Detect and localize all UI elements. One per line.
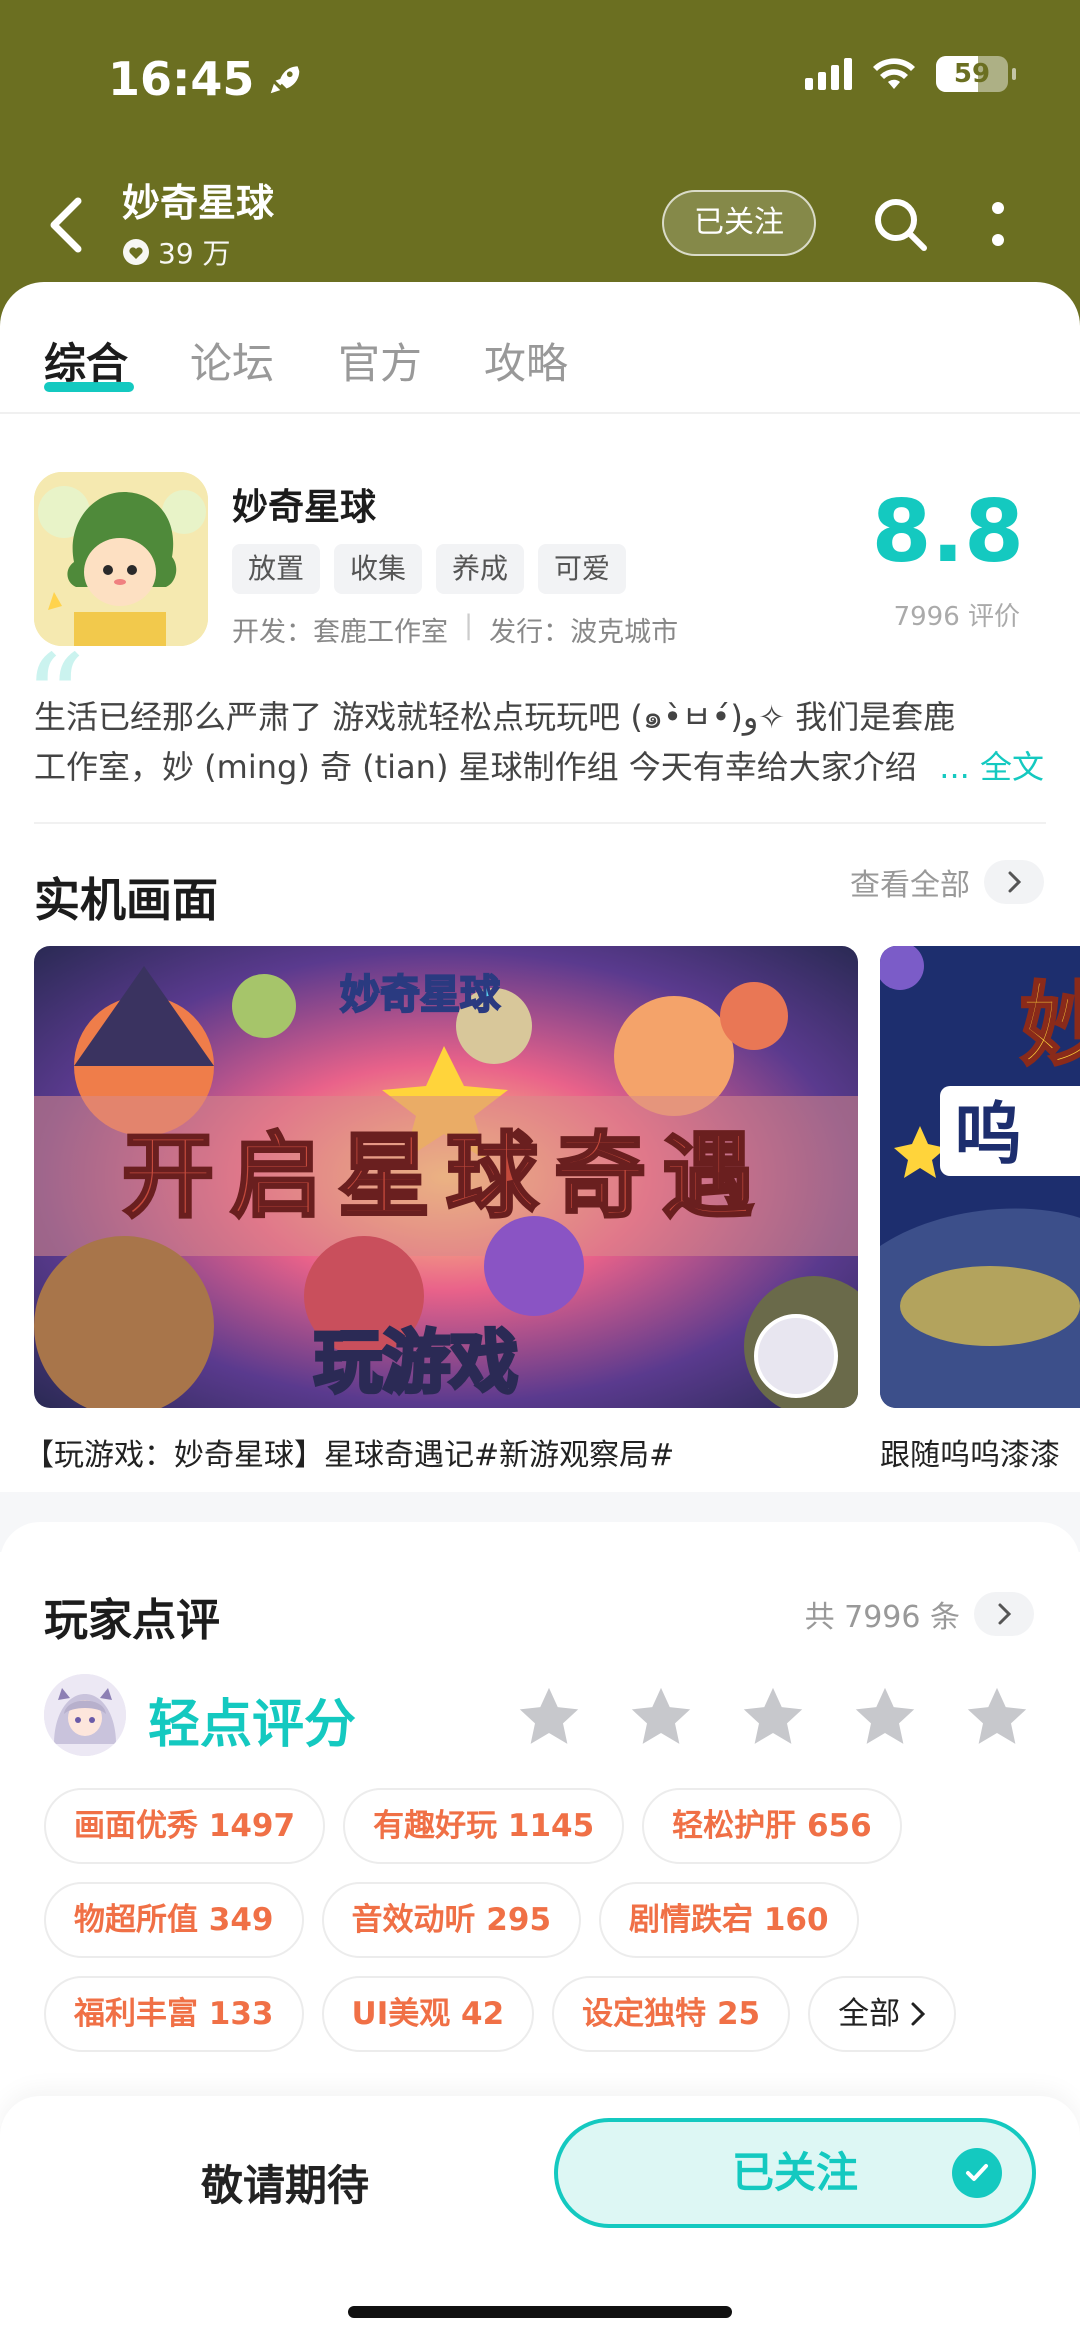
all-tags-button[interactable]: 全部 [808, 1976, 957, 2052]
view-all-button[interactable]: 查看全部 [850, 860, 1044, 904]
tag[interactable]: 放置 [232, 544, 321, 594]
review-chip[interactable]: 音效动听 295 [321, 1882, 582, 1958]
search-button[interactable] [868, 192, 932, 256]
review-count-button[interactable]: 共 7996 条 [805, 1592, 1034, 1636]
view-all-label: 查看全部 [850, 868, 970, 903]
game-icon[interactable] [34, 472, 208, 646]
all-tags-label: 全部 [838, 1996, 901, 2032]
screenshot2-peek-text-2: 呜 [954, 1096, 1022, 1175]
developer-line: 开发：套鹿工作室 | 发行：波克城市 [232, 610, 679, 649]
screenshot-caption-2[interactable]: 跟随呜呜漆漆 [880, 1430, 1060, 1474]
header: 16:45 59 妙奇星球 39 万 已关注 [0, 0, 1080, 290]
screenshot-caption-1[interactable]: 【玩游戏：妙奇星球】星球奇遇记#新游观察局# [24, 1430, 674, 1474]
coming-soon-button[interactable]: 敬请期待 [120, 2136, 450, 2236]
tag[interactable]: 养成 [436, 544, 525, 594]
review-count-label: 共 7996 条 [804, 1600, 960, 1635]
tag[interactable]: 收集 [334, 544, 423, 594]
status-icons: 59 [805, 56, 1016, 92]
back-icon [50, 197, 82, 253]
rocket-icon [271, 66, 300, 94]
rating-stars[interactable] [514, 1682, 1032, 1752]
tap-to-rate-label: 轻点评分 [148, 1695, 357, 1755]
tab-bar: 综合 论坛 官方 攻略 [0, 282, 1080, 414]
time-text: 16:45 [108, 52, 255, 106]
developer-info[interactable]: 开发：套鹿工作室 [232, 610, 448, 649]
more-icon[interactable] [980, 194, 1016, 254]
chevron-right-icon [911, 2002, 926, 2026]
content-card: 综合 论坛 官方 攻略 妙奇星球 放置 收集 养成 可爱 开发：套鹿工作室 | … [0, 282, 1080, 2341]
tag[interactable]: 可爱 [538, 544, 627, 594]
review-chip[interactable]: 画面优秀 1497 [44, 1788, 326, 1864]
publisher-info[interactable]: 发行：波克城市 [489, 610, 678, 649]
chevron-right-icon [998, 1603, 1012, 1625]
follower-count-text: 39 万 [158, 237, 231, 270]
signal-icon [805, 58, 852, 90]
star-icon[interactable] [738, 1682, 808, 1752]
home-indicator[interactable] [348, 2306, 732, 2318]
star-icon[interactable] [962, 1682, 1032, 1752]
divider [34, 822, 1046, 824]
wifi-icon [873, 58, 915, 89]
tab-guide[interactable]: 攻略 [484, 330, 568, 391]
review-chip[interactable]: 剧情跌宕 160 [599, 1882, 859, 1958]
intro-line-2: 工作室，妙 (ming) 奇 (tian) 星球制作组 今天有幸给大家介绍 [34, 748, 917, 786]
score: 8.8 [871, 482, 1024, 582]
review-chip-row: 画面优秀 1497 有趣好玩 1145 轻松护肝 656 [44, 1788, 902, 1864]
review-chip[interactable]: 设定独特 25 [552, 1976, 791, 2052]
review-chip[interactable]: UI美观 42 [321, 1976, 535, 2052]
screenshot-banner-text: 开启星球奇遇 [122, 1123, 770, 1230]
screenshot-video-1[interactable]: 妙奇星球 开启星球奇遇 玩游戏 [34, 946, 858, 1408]
review-chip[interactable]: 有趣好玩 1145 [343, 1788, 625, 1864]
star-icon[interactable] [626, 1682, 696, 1752]
read-more-link[interactable]: ... 全文 [933, 742, 1044, 792]
avatar [44, 1674, 126, 1756]
back-button[interactable] [36, 190, 96, 260]
star-icon[interactable] [514, 1682, 584, 1752]
review-chip[interactable]: 物超所值 349 [44, 1882, 304, 1958]
tab-official[interactable]: 官方 [338, 330, 422, 391]
followed-button[interactable]: 已关注 [662, 190, 816, 256]
search-icon [875, 199, 927, 251]
reviews-title: 玩家点评 [44, 1595, 220, 1646]
review-chip-row: 物超所值 349 音效动听 295 剧情跌宕 160 [44, 1882, 859, 1958]
battery-icon: 59 [936, 56, 1008, 92]
tab-overview[interactable]: 综合 [44, 330, 128, 391]
screenshot2-peek-text: 妙 [1020, 973, 1080, 1078]
tab-forum[interactable]: 论坛 [190, 330, 274, 391]
heart-icon [123, 239, 149, 265]
follower-count: 39 万 [122, 232, 231, 272]
star-icon[interactable] [850, 1682, 920, 1752]
status-bar-time: 16:45 [108, 52, 304, 106]
chevron-right-icon [1008, 871, 1022, 893]
check-icon [952, 2148, 1002, 2198]
game-tags: 放置 收集 养成 可爱 [232, 544, 627, 594]
review-chip-row: 福利丰富 133 UI美观 42 设定独特 25 全部 [44, 1976, 957, 2052]
intro-line-1: 生活已经那么严肃了 游戏就轻松点玩玩吧 (๑•̀ㅂ•́)و✧ 我们是套鹿 [34, 698, 956, 736]
game-name: 妙奇星球 [232, 487, 377, 528]
screenshot-bottom-text: 玩游戏 [314, 1324, 518, 1403]
screenshot-logo-text: 妙奇星球 [340, 972, 501, 1018]
review-chip[interactable]: 轻松护肝 656 [642, 1788, 902, 1864]
battery-level: 59 [953, 59, 991, 89]
game-intro[interactable]: 生活已经那么严肃了 游戏就轻松点玩玩吧 (๑•̀ㅂ•́)و✧ 我们是套鹿 工作室… [34, 692, 1044, 792]
screenshots-title: 实机画面 [34, 873, 218, 927]
followed-main-button[interactable]: 已关注 [554, 2118, 1036, 2228]
screenshot-video-2[interactable]: 妙 呜 [880, 946, 1080, 1408]
review-chip[interactable]: 福利丰富 133 [44, 1976, 304, 2052]
page-title: 妙奇星球 [122, 181, 275, 225]
rating-count: 7996 评价 [893, 602, 1020, 632]
